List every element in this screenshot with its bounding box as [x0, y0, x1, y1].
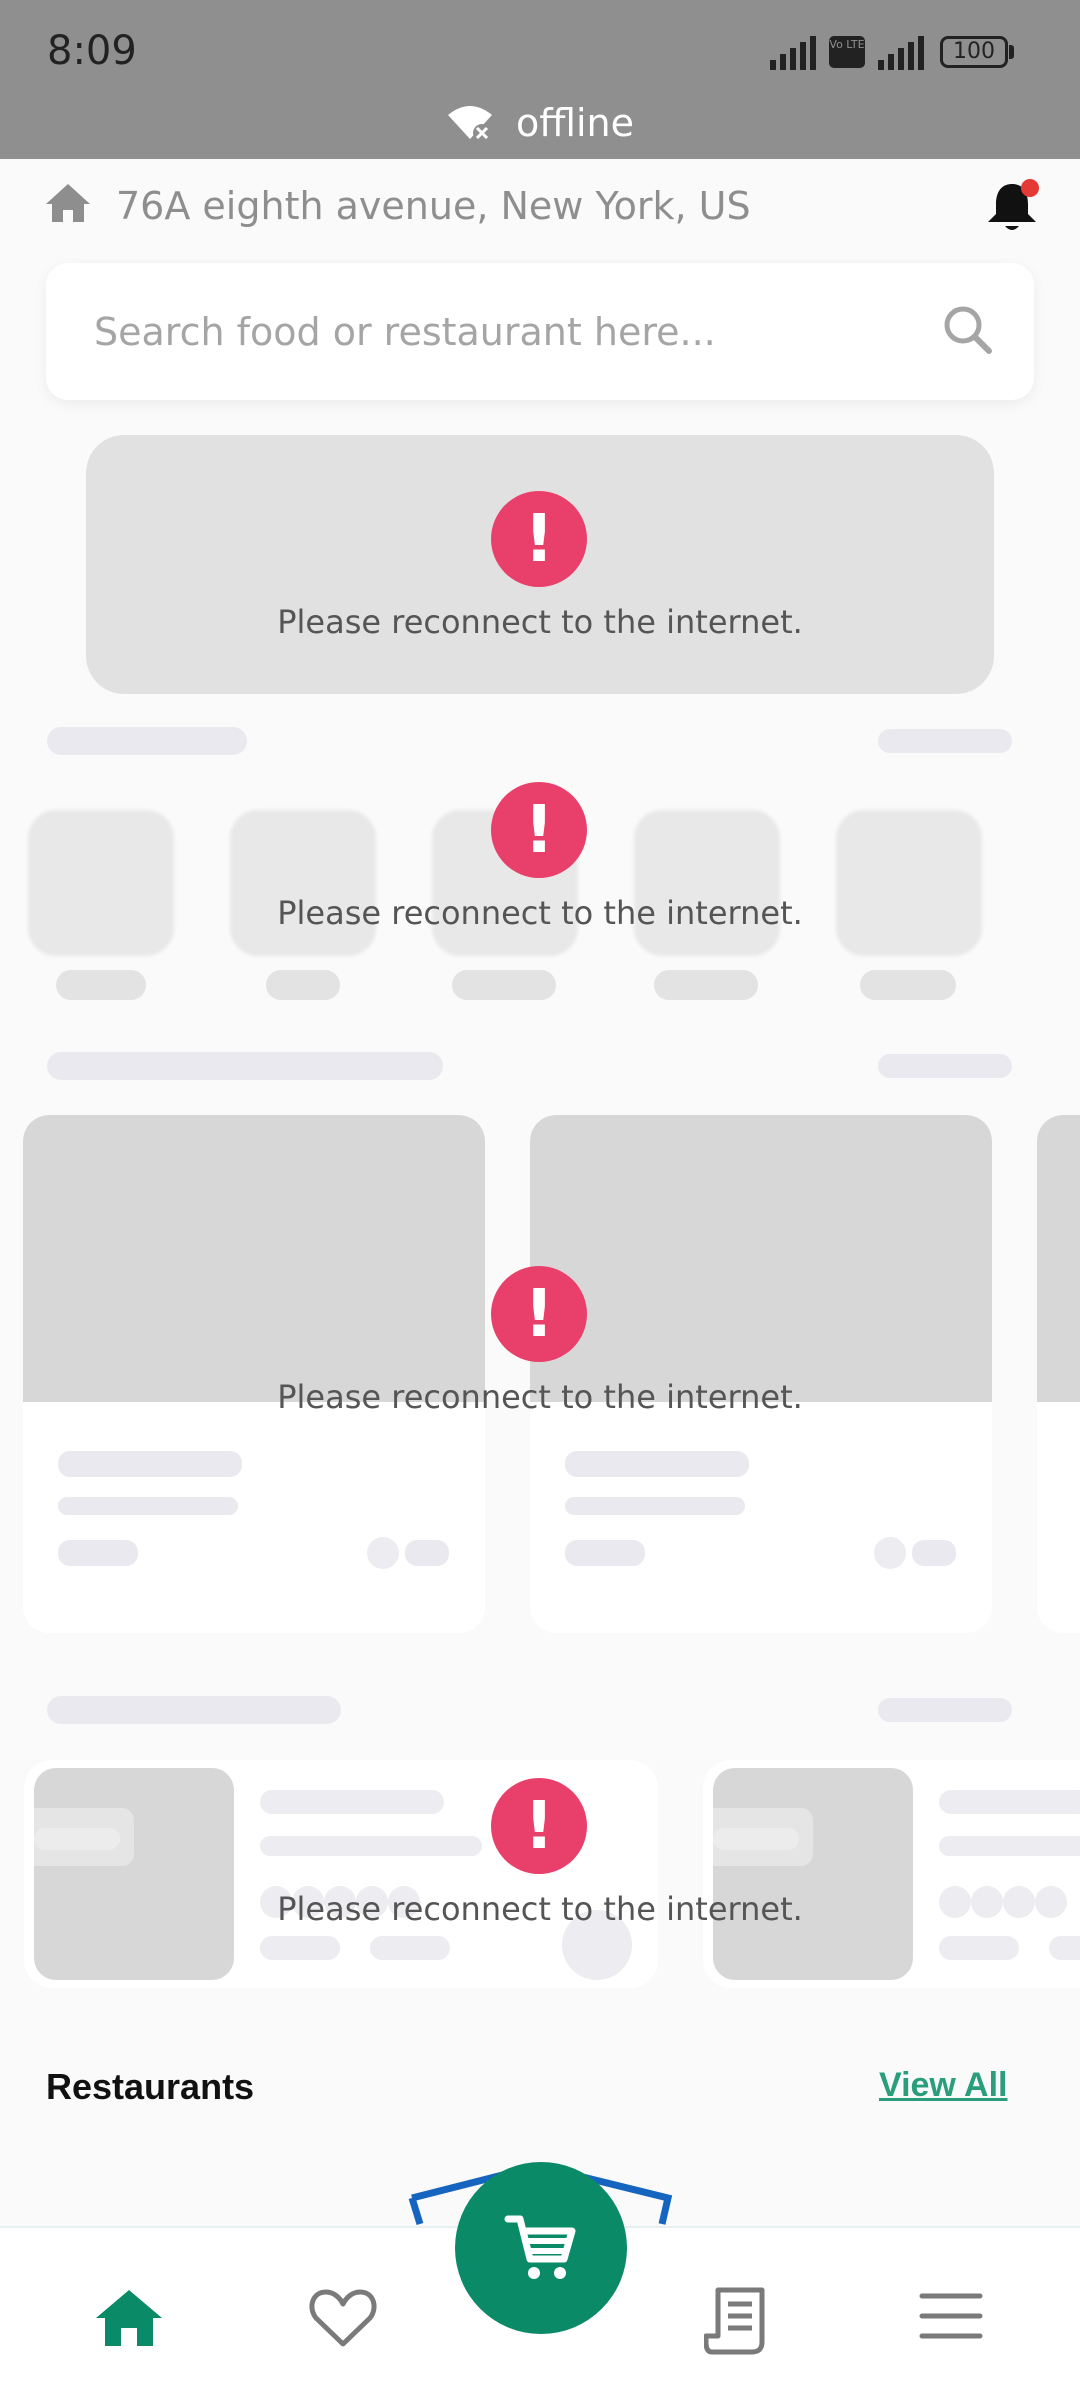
error-overlay-banner: ! Please reconnect to the internet.: [0, 491, 1080, 661]
signal-icon: [878, 36, 924, 70]
signal-icon: [770, 36, 816, 70]
error-message: Please reconnect to the internet.: [277, 1378, 803, 1416]
category-label-placeholder: [860, 970, 956, 1000]
error-overlay-popular: ! Please reconnect to the internet.: [0, 1266, 1080, 1436]
status-time: 8:09: [47, 28, 137, 74]
card-line-placeholder: [565, 1540, 645, 1566]
receipt-icon[interactable]: [704, 2286, 770, 2356]
wifi-off-icon: [447, 106, 492, 142]
category-label-placeholder: [654, 970, 758, 1000]
card-line-placeholder: [565, 1451, 749, 1477]
notification-dot: [1021, 179, 1039, 197]
restaurants-title: Restaurants: [46, 2066, 255, 2107]
error-alert-icon: !: [491, 782, 587, 878]
offline-banner: offline: [0, 98, 1080, 148]
battery-indicator: 100: [940, 36, 1008, 68]
error-alert-icon: !: [491, 1778, 587, 1874]
home-icon[interactable]: [94, 2286, 164, 2350]
offline-label: offline: [515, 101, 634, 145]
category-label-placeholder: [56, 970, 146, 1000]
home-icon: [46, 184, 90, 222]
error-overlay-categories: ! Please reconnect to the internet.: [0, 782, 1080, 952]
view-all-link[interactable]: View All: [879, 2066, 1008, 2105]
card-dot-placeholder: [367, 1537, 399, 1569]
category-label-placeholder: [266, 970, 340, 1000]
card-line-placeholder: [58, 1451, 242, 1477]
menu-icon[interactable]: [918, 2286, 984, 2346]
search-icon[interactable]: [941, 303, 997, 359]
search-bar[interactable]: [46, 263, 1034, 400]
card-dot-placeholder: [874, 1537, 906, 1569]
section-title-placeholder: [47, 1696, 341, 1724]
cart-icon: [504, 2215, 576, 2279]
section-link-placeholder: [878, 1054, 1012, 1078]
status-bar: 8:09 Vo LTE 100 offline: [0, 0, 1080, 159]
section-title-placeholder: [47, 1052, 443, 1080]
section-title-placeholder: [47, 727, 247, 755]
category-label-placeholder: [452, 970, 556, 1000]
error-message: Please reconnect to the internet.: [277, 894, 803, 932]
battery-tip: [1009, 45, 1014, 59]
error-alert-icon: !: [491, 491, 587, 587]
error-overlay-nearby: ! Please reconnect to the internet.: [0, 1778, 1080, 1948]
error-alert-icon: !: [491, 1266, 587, 1362]
card-line-placeholder: [58, 1497, 238, 1515]
card-line-placeholder: [405, 1540, 449, 1566]
notification-bell-icon[interactable]: [982, 176, 1048, 236]
card-line-placeholder: [58, 1540, 138, 1566]
card-line-placeholder: [565, 1497, 745, 1515]
cart-button[interactable]: [455, 2162, 627, 2334]
section-link-placeholder: [878, 729, 1012, 753]
search-input[interactable]: [94, 263, 914, 400]
section-link-placeholder: [878, 1698, 1012, 1722]
error-message: Please reconnect to the internet.: [277, 1890, 803, 1928]
location-bar[interactable]: 76A eighth avenue, New York, US: [44, 176, 1044, 236]
delivery-address: 76A eighth avenue, New York, US: [116, 184, 751, 228]
volte-badge: Vo LTE: [829, 36, 865, 68]
error-message: Please reconnect to the internet.: [277, 603, 803, 641]
heart-icon[interactable]: [308, 2286, 378, 2350]
card-line-placeholder: [912, 1540, 956, 1566]
